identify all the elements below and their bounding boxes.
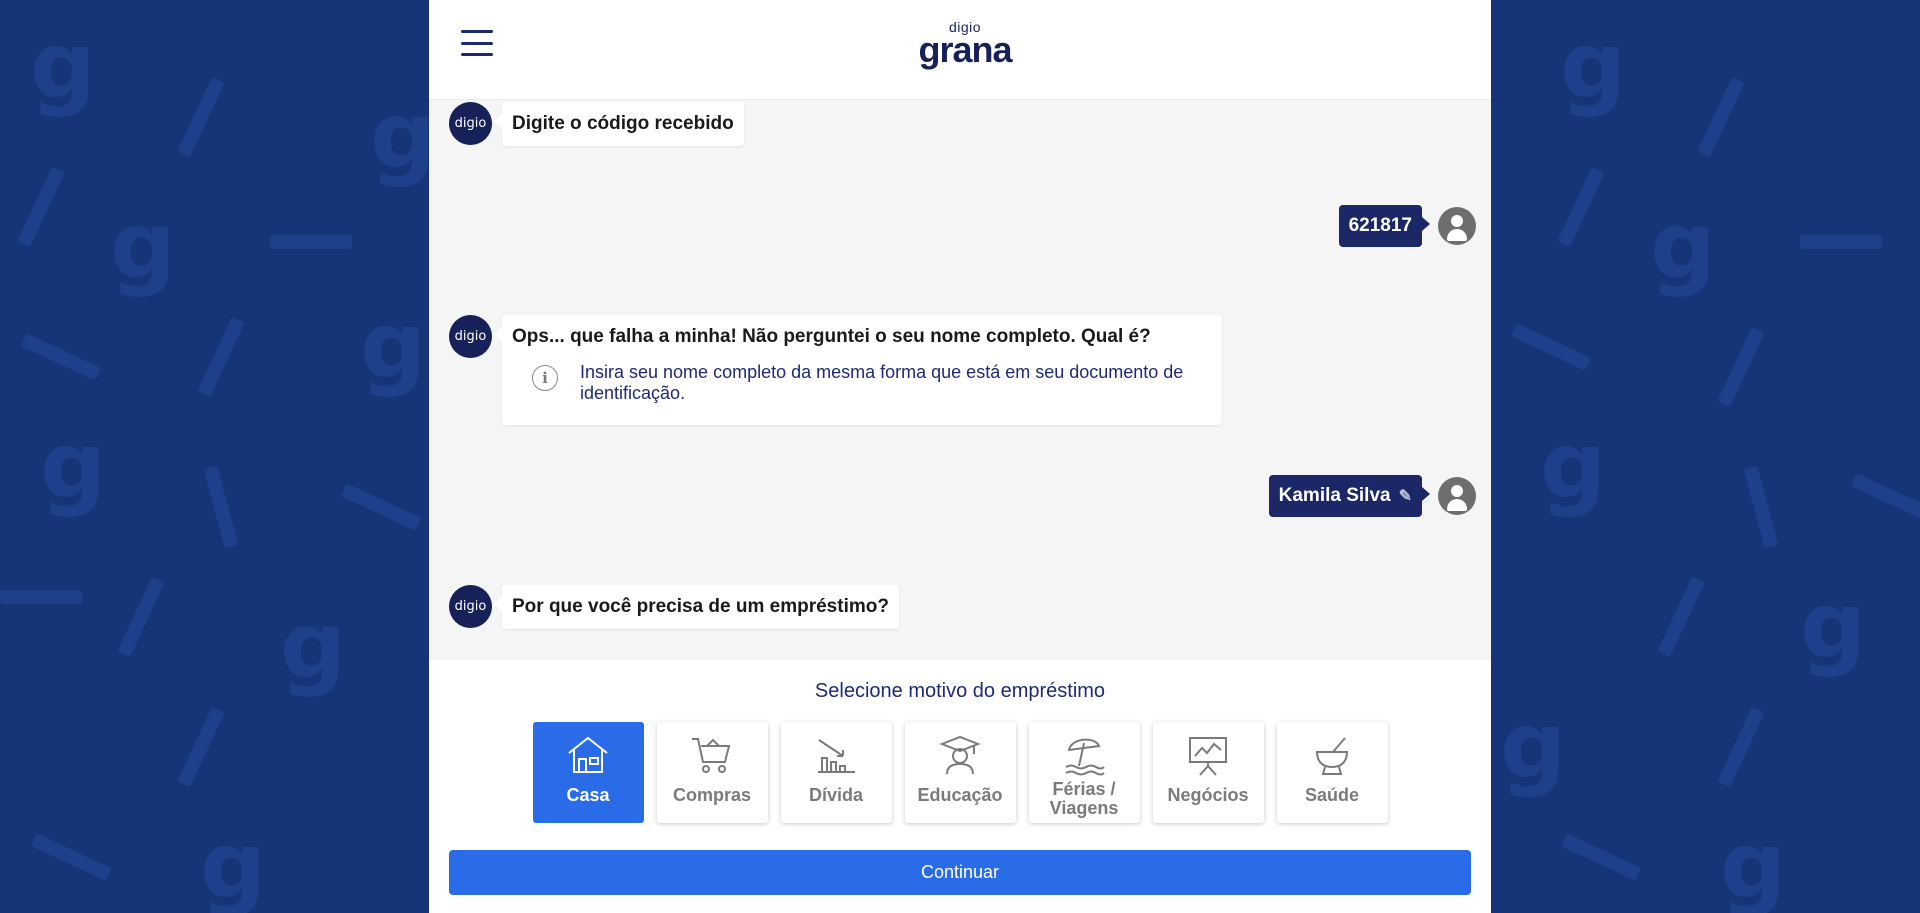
option-label: Dívida (808, 785, 864, 805)
option-label: Férias / Viagens (1049, 779, 1119, 818)
user-message-text: Kamila Silva (1278, 485, 1391, 506)
option-label: Negócios (1167, 785, 1249, 805)
bot-avatar: digio (449, 102, 492, 145)
option-ferias-viagens[interactable]: Férias / Viagens (1028, 722, 1140, 823)
bot-message: digio Digite o código recebido (449, 102, 744, 146)
bot-message-text: Ops... que falha a minha! Não perguntei … (512, 326, 1151, 347)
user-message: Kamila Silva ✎ (1268, 475, 1476, 517)
edit-pencil-icon[interactable]: ✎ (1399, 486, 1412, 506)
option-label: Saúde (1304, 785, 1360, 805)
debt-chart-icon (818, 739, 855, 773)
reason-selection: Selecione motivo do empréstimo Casa Comp… (429, 660, 1491, 913)
option-educacao[interactable]: Educação (904, 722, 1016, 823)
bot-message: digio Por que você precisa de um emprést… (449, 585, 899, 629)
reason-options: Casa Compras Dívida Educação Férias / Vi… (429, 722, 1491, 823)
bot-avatar: digio (449, 315, 492, 358)
house-icon (568, 736, 608, 773)
hint: i Insira seu nome completo da mesma form… (512, 362, 1212, 414)
user-avatar-icon (1438, 207, 1476, 245)
continue-button[interactable]: Continuar (449, 850, 1471, 895)
user-bubble: Kamila Silva ✎ (1268, 475, 1431, 517)
bot-bubble: Por que você precisa de um empréstimo? (494, 585, 899, 629)
presentation-board-icon (1189, 737, 1227, 776)
option-saude[interactable]: Saúde (1276, 722, 1388, 823)
beach-umbrella-icon (1065, 738, 1105, 776)
user-message: 621817 (1338, 205, 1476, 247)
info-icon: i (532, 365, 558, 391)
chat-panel: digio grana digio Digite o código recebi… (429, 0, 1491, 913)
mortar-pestle-icon (1315, 737, 1349, 775)
user-avatar-icon (1438, 477, 1476, 515)
option-compras[interactable]: Compras (656, 722, 768, 823)
logo-big-text: grana (918, 29, 1012, 70)
hint-text: Insira seu nome completo da mesma forma … (580, 362, 1184, 403)
user-message-text: 621817 (1348, 215, 1412, 236)
chat-area: digio Digite o código recebido 621817 di… (429, 100, 1491, 660)
bot-bubble: Ops... que falha a minha! Não perguntei … (494, 315, 1222, 425)
graduate-icon (939, 735, 981, 775)
option-label: Compras (672, 785, 752, 805)
option-negocios[interactable]: Negócios (1152, 722, 1264, 823)
user-bubble: 621817 (1338, 205, 1431, 247)
logo: digio grana (915, 20, 1015, 68)
bot-message: digio Ops... que falha a minha! Não perg… (449, 315, 1222, 425)
option-casa[interactable]: Casa (532, 722, 644, 823)
menu-icon[interactable] (461, 30, 493, 56)
option-divida[interactable]: Dívida (780, 722, 892, 823)
bot-avatar: digio (449, 585, 492, 628)
option-label: Casa (566, 785, 610, 805)
cart-icon (692, 738, 731, 773)
option-label: Educação (917, 785, 1003, 805)
bot-bubble: Digite o código recebido (494, 102, 744, 146)
selection-title: Selecione motivo do empréstimo (814, 680, 1106, 702)
header: digio grana (429, 0, 1491, 100)
